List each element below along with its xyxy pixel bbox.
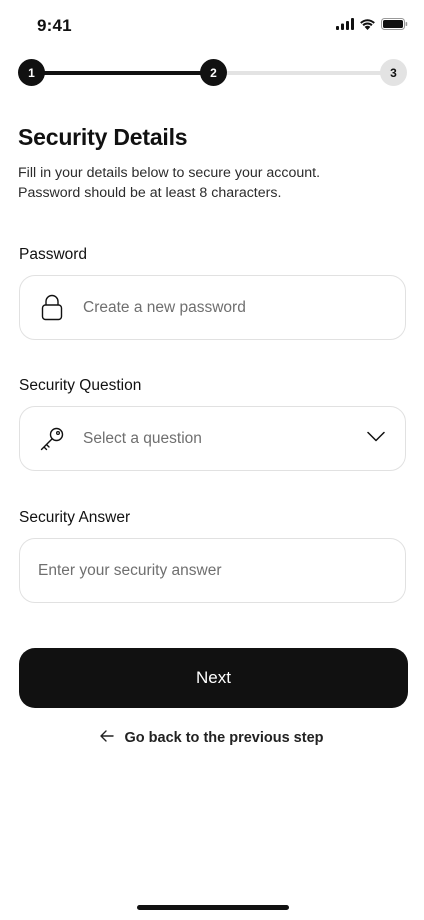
signal-icon bbox=[336, 18, 354, 30]
page-subtitle: Fill in your details below to secure you… bbox=[18, 163, 398, 203]
step-1-indicator: 1 bbox=[18, 59, 45, 86]
status-time: 9:41 bbox=[37, 16, 72, 35]
subtitle-line: Password should be at least 8 characters… bbox=[18, 185, 282, 201]
wifi-icon bbox=[359, 18, 376, 30]
chevron-down-icon[interactable] bbox=[367, 429, 385, 447]
security-details-screen: 9:41 1 2 3 Security Details Fill in your… bbox=[0, 0, 424, 920]
status-icons bbox=[336, 18, 408, 30]
security-answer-field[interactable]: Enter your security answer bbox=[19, 538, 406, 603]
password-label: Password bbox=[19, 246, 88, 263]
security-answer-placeholder: Enter your security answer bbox=[38, 561, 222, 579]
battery-icon bbox=[381, 18, 408, 30]
lock-icon bbox=[39, 294, 65, 321]
next-button-label: Next bbox=[196, 668, 231, 687]
page-title: Security Details bbox=[18, 124, 188, 150]
security-question-label: Security Question bbox=[19, 377, 142, 394]
step-3-indicator: 3 bbox=[380, 59, 407, 86]
subtitle-line: Fill in your details below to secure you… bbox=[18, 165, 321, 181]
status-bar: 9:41 bbox=[0, 0, 424, 50]
security-question-select[interactable]: Select a question bbox=[19, 406, 406, 471]
key-icon bbox=[39, 426, 65, 452]
back-link[interactable]: Go back to the previous step bbox=[0, 727, 424, 749]
stepper-progress-line bbox=[32, 71, 218, 75]
next-button[interactable]: Next bbox=[19, 648, 408, 708]
security-question-placeholder: Select a question bbox=[83, 429, 202, 447]
home-indicator bbox=[137, 905, 289, 910]
arrow-left-icon bbox=[100, 730, 115, 746]
step-2-indicator: 2 bbox=[200, 59, 227, 86]
password-field[interactable]: Create a new password bbox=[19, 275, 406, 340]
password-placeholder: Create a new password bbox=[83, 298, 246, 316]
stepper-remaining-line bbox=[218, 71, 394, 75]
progress-stepper: 1 2 3 bbox=[18, 59, 408, 87]
security-answer-label: Security Answer bbox=[19, 509, 131, 526]
back-link-label: Go back to the previous step bbox=[124, 730, 324, 746]
